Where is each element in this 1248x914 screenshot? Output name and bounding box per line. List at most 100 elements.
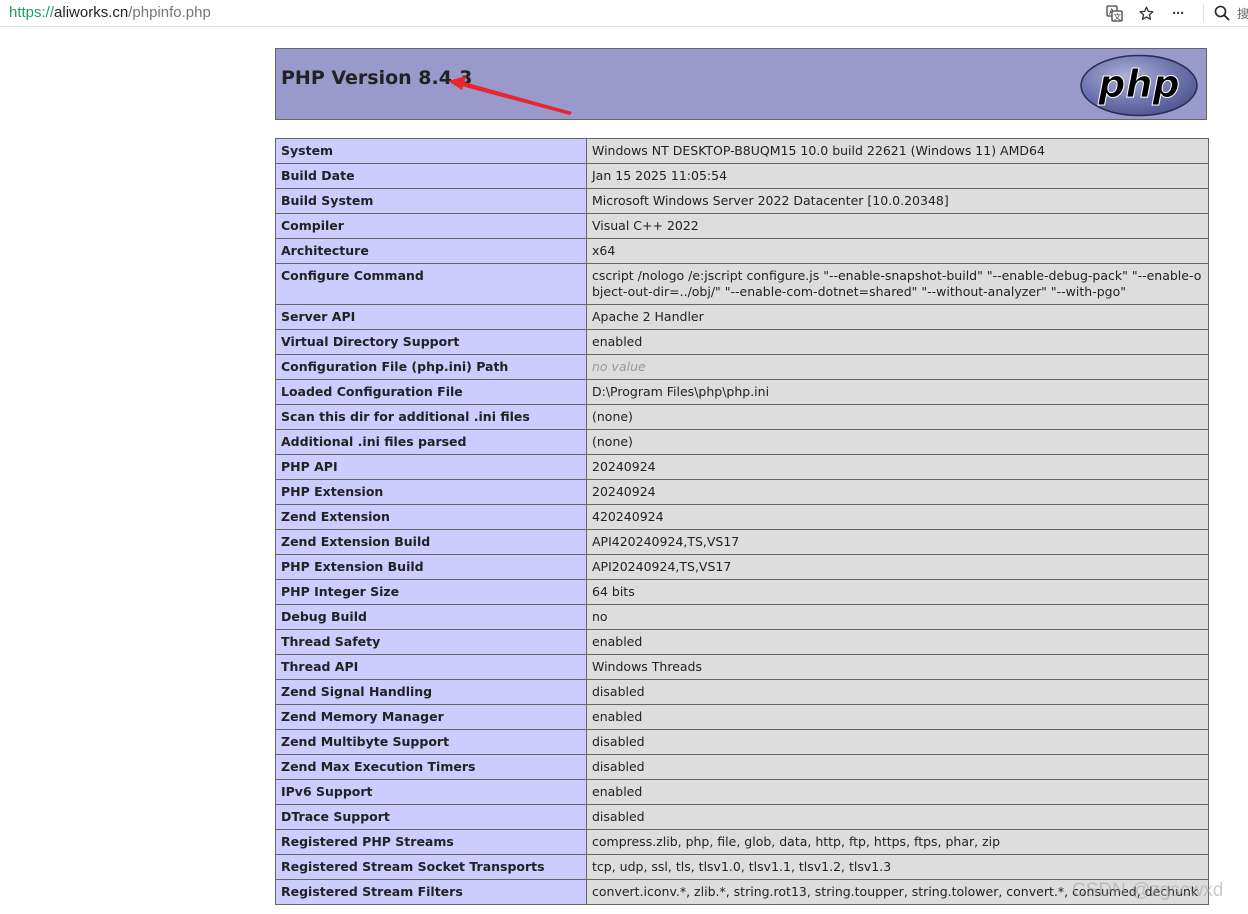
row-key: PHP Extension [275, 479, 587, 505]
table-row: Zend Extension 420240924 [275, 504, 1209, 530]
row-value: enabled [586, 629, 1209, 655]
row-value: tcp, udp, ssl, tls, tlsv1.0, tlsv1.1, tl… [586, 854, 1209, 880]
row-value: 420240924 [586, 504, 1209, 530]
row-key: Zend Memory Manager [275, 704, 587, 730]
table-row: Server API Apache 2 Handler [275, 304, 1209, 330]
row-value: enabled [586, 329, 1209, 355]
table-row: Scan this dir for additional .ini files(… [275, 404, 1209, 430]
phpinfo-table-body: System Windows NT DESKTOP-B8UQM15 10.0 bu… [275, 138, 1209, 905]
row-value: disabled [586, 679, 1209, 705]
more-icon[interactable]: ··· [1168, 3, 1188, 23]
row-value: 20240924 [586, 454, 1209, 480]
row-value: disabled [586, 804, 1209, 830]
row-key: Thread Safety [275, 629, 587, 655]
table-row: Zend Extension Build API420240924,TS,VS17 [275, 529, 1209, 555]
row-value: disabled [586, 754, 1209, 780]
row-value: 64 bits [586, 579, 1209, 605]
row-key: PHP Integer Size [275, 579, 587, 605]
row-value: D:\Program Files\php\php.ini [586, 379, 1209, 405]
table-row: Zend Max Execution Timers disabled [275, 754, 1209, 780]
toolbar-divider [1203, 4, 1204, 22]
row-value: no value [586, 354, 1209, 380]
table-row: Loaded Configuration File D:\Program File… [275, 379, 1209, 405]
phpinfo-table: System Windows NT DESKTOP-B8UQM15 10.0 bu… [275, 138, 1209, 905]
row-value: Visual C++ 2022 [586, 213, 1209, 239]
row-key: Registered PHP Streams [275, 829, 587, 855]
row-value: Windows Threads [586, 654, 1209, 680]
row-value: Windows NT DESKTOP-B8UQM15 10.0 build 22… [586, 138, 1209, 164]
table-row: Virtual Directory Support enabled [275, 329, 1209, 355]
row-key: Loaded Configuration File [275, 379, 587, 405]
url-path: /phpinfo.php [128, 4, 211, 21]
table-row: Registered PHP Streams compress.zlib, php… [275, 829, 1209, 855]
table-row: Build Date Jan 15 2025 11:05:54 [275, 163, 1209, 189]
table-row: Thread Safety enabled [275, 629, 1209, 655]
row-value: cscript /nologo /e:jscript configure.js … [586, 263, 1209, 305]
table-row: Registered Stream Socket Transports tcp, … [275, 854, 1209, 880]
row-value: Jan 15 2025 11:05:54 [586, 163, 1209, 189]
row-key: Zend Extension [275, 504, 587, 530]
row-key: Scan this dir for additional .ini files [275, 404, 587, 430]
row-key: Configuration File (php.ini) Path [275, 354, 587, 380]
table-row: Additional .ini files parsed (none) [275, 429, 1209, 455]
table-row: Zend Signal Handling disabled [275, 679, 1209, 705]
row-key: System [275, 138, 587, 164]
row-key: Zend Extension Build [275, 529, 587, 555]
row-key: DTrace Support [275, 804, 587, 830]
row-value: Apache 2 Handler [586, 304, 1209, 330]
row-key: Virtual Directory Support [275, 329, 587, 355]
row-key: Server API [275, 304, 587, 330]
row-key: Debug Build [275, 604, 587, 630]
php-logo: php [1080, 54, 1198, 117]
row-value: 20240924 [586, 479, 1209, 505]
table-row: Configuration File (php.ini) Path no valu… [275, 354, 1209, 380]
table-row: Thread API Windows Threads [275, 654, 1209, 680]
table-row: Configure Command cscript /nologo /e:jscr… [275, 263, 1209, 305]
row-value: disabled [586, 729, 1209, 755]
row-key: Build System [275, 188, 587, 214]
row-value: Microsoft Windows Server 2022 Datacenter… [586, 188, 1209, 214]
table-row: PHP Extension 20240924 [275, 479, 1209, 505]
row-key: Configure Command [275, 263, 587, 305]
phpinfo-header: PHP Version 8.4.3 php [275, 48, 1207, 120]
row-value: (none) [586, 429, 1209, 455]
browser-toolbar: https://aliworks.cn/phpinfo.php A 文 ··· … [0, 0, 1248, 27]
translate-icon[interactable]: A 文 [1104, 3, 1124, 23]
row-key: Architecture [275, 238, 587, 264]
row-value: API20240924,TS,VS17 [586, 554, 1209, 580]
row-key: Zend Max Execution Timers [275, 754, 587, 780]
row-key: PHP API [275, 454, 587, 480]
url-scheme: https:// [9, 4, 55, 21]
row-key: Zend Signal Handling [275, 679, 587, 705]
row-value: enabled [586, 779, 1209, 805]
row-value: enabled [586, 704, 1209, 730]
row-value: convert.iconv.*, zlib.*, string.rot13, s… [586, 879, 1209, 905]
row-key: Registered Stream Socket Transports [275, 854, 587, 880]
table-row: IPv6 Support enabled [275, 779, 1209, 805]
row-key: Compiler [275, 213, 587, 239]
address-bar[interactable]: https://aliworks.cn/phpinfo.php [9, 4, 211, 22]
row-value: compress.zlib, php, file, glob, data, ht… [586, 829, 1209, 855]
row-key: Additional .ini files parsed [275, 429, 587, 455]
table-row: Debug Build no [275, 604, 1209, 630]
row-value: x64 [586, 238, 1209, 264]
table-row: DTrace Support disabled [275, 804, 1209, 830]
search-icon[interactable] [1212, 3, 1232, 23]
row-key: Thread API [275, 654, 587, 680]
table-row: Registered Stream Filters convert.iconv.*… [275, 879, 1209, 905]
table-row: Build System Microsoft Windows Server 202… [275, 188, 1209, 214]
table-row: Architecture x64 [275, 238, 1209, 264]
table-row: PHP API 20240924 [275, 454, 1209, 480]
row-key: PHP Extension Build [275, 554, 587, 580]
table-row: Compiler Visual C++ 2022 [275, 213, 1209, 239]
row-key: IPv6 Support [275, 779, 587, 805]
row-value: API420240924,TS,VS17 [586, 529, 1209, 555]
table-row: PHP Integer Size 64 bits [275, 579, 1209, 605]
star-icon[interactable] [1136, 3, 1156, 23]
row-key: Registered Stream Filters [275, 879, 587, 905]
svg-text:文: 文 [1113, 11, 1121, 21]
search-label[interactable]: 搜 [1237, 5, 1248, 22]
row-value: no [586, 604, 1209, 630]
page-title: PHP Version 8.4.3 [281, 67, 473, 89]
table-row: Zend Memory Manager enabled [275, 704, 1209, 730]
